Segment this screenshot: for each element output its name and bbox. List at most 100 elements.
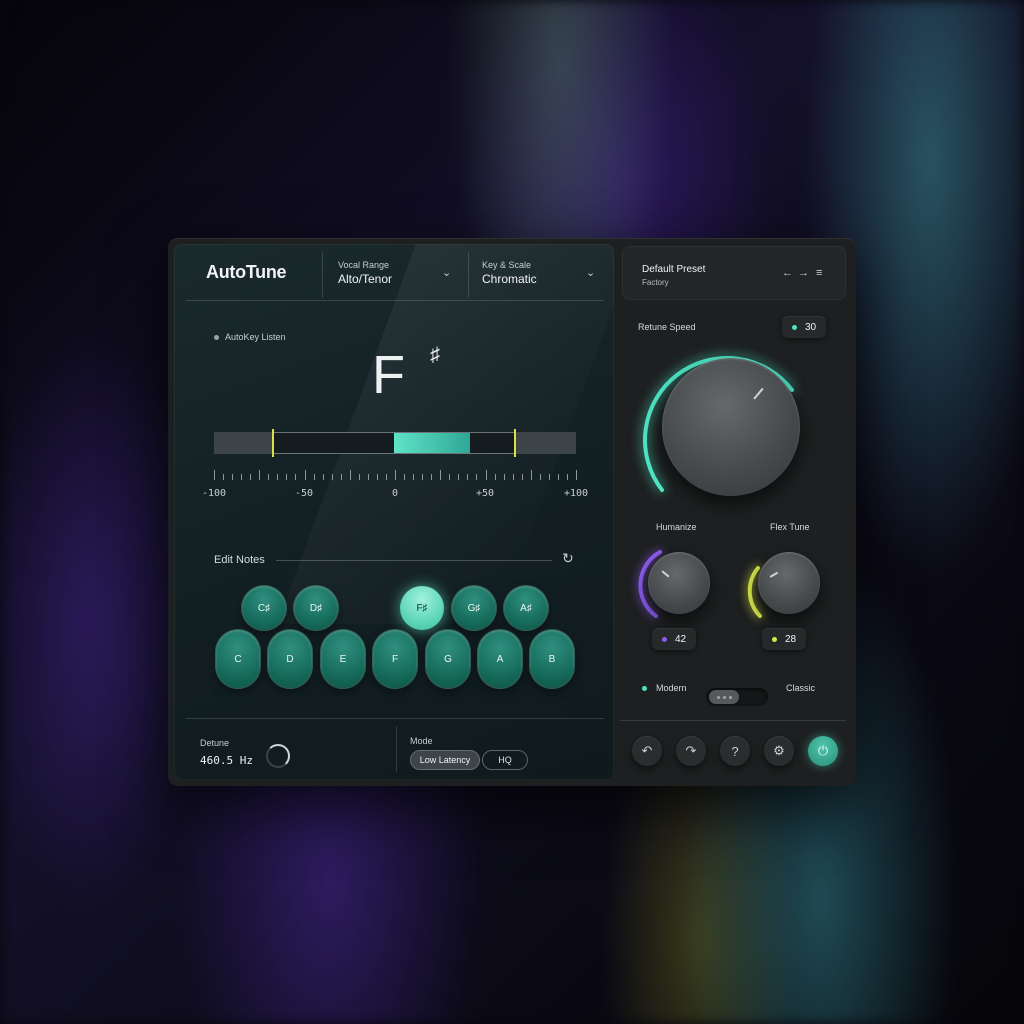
key-e[interactable]: E	[321, 630, 365, 688]
flex-tune-number: 28	[785, 633, 797, 645]
toggle-thumb[interactable]	[709, 690, 739, 704]
mode-hq-button[interactable]: HQ	[482, 750, 528, 770]
footer-divider	[396, 726, 397, 772]
retune-speed-label: Retune Speed	[638, 322, 696, 332]
tick-label: +50	[475, 488, 495, 499]
meter-tick	[431, 474, 433, 480]
key-c-sharp[interactable]: C♯	[242, 586, 286, 630]
tick-label: -50	[294, 488, 314, 499]
retune-speed-value[interactable]: 30	[782, 316, 827, 338]
detune-knob[interactable]	[266, 744, 290, 768]
preset-selector[interactable]: Default Preset Factory ← → ≡	[622, 246, 846, 300]
preset-name: Default Preset	[642, 264, 706, 275]
key-f[interactable]: F	[373, 630, 417, 688]
meter-tick	[557, 474, 559, 480]
modern-classic-toggle[interactable]	[706, 688, 768, 706]
knob-indicator	[753, 387, 764, 400]
meter-tick	[250, 474, 252, 480]
key-a[interactable]: A	[478, 630, 522, 688]
meter-tick	[214, 470, 215, 480]
settings-icon[interactable]: ⚙	[764, 736, 794, 766]
vocal-range-dropdown[interactable]: Vocal Range Alto/Tenor	[338, 260, 392, 286]
tick-label: 0	[391, 488, 399, 499]
meter-tick	[449, 474, 451, 480]
key-b[interactable]: B	[530, 630, 574, 688]
app-logo: AutoTune	[206, 262, 287, 282]
key-a-sharp[interactable]: A♯	[504, 586, 548, 630]
key-scale-label: Key & Scale	[482, 260, 532, 270]
meter-tick	[476, 474, 478, 480]
meter-tick	[566, 474, 568, 480]
mode-low-latency-button[interactable]: Low Latency	[410, 750, 480, 770]
detected-note: F	[372, 345, 405, 405]
key-g-sharp[interactable]: G♯	[452, 586, 496, 630]
flex-tune-knob[interactable]	[758, 552, 820, 614]
knob-indicator	[661, 570, 670, 578]
meter-tick	[241, 474, 243, 480]
meter-marker-right	[514, 429, 516, 457]
undo-icon[interactable]: ↶	[632, 736, 662, 766]
key-scale-value: Chromatic	[482, 272, 537, 286]
status-dot	[792, 324, 797, 330]
meter-tick	[485, 470, 487, 480]
edit-notes-divider	[276, 560, 552, 561]
key-scale-dropdown[interactable]: Key & Scale Chromatic	[482, 260, 537, 286]
autokey-listen[interactable]: AutoKey Listen	[214, 332, 286, 342]
help-icon[interactable]: ?	[720, 736, 750, 766]
redo-icon[interactable]: ↷	[676, 736, 706, 766]
meter-tick	[521, 474, 523, 480]
meter-tick	[576, 470, 577, 480]
meter-tick	[223, 474, 225, 480]
plugin-window: AutoTune Vocal Range Alto/Tenor ⌄ Key & …	[168, 238, 856, 786]
meter-fill	[394, 433, 470, 453]
meter-tick	[503, 474, 505, 480]
meter-tick	[413, 474, 415, 480]
chevron-down-icon[interactable]: ⌄	[586, 266, 595, 279]
key-f-sharp[interactable]: F♯	[400, 586, 444, 630]
main-panel: AutoTune Vocal Range Alto/Tenor ⌄ Key & …	[174, 244, 614, 780]
chevron-down-icon[interactable]: ⌄	[442, 266, 451, 279]
flex-tune-value[interactable]: 28	[762, 628, 807, 650]
vocal-range-label: Vocal Range	[338, 260, 390, 270]
tick-label: +100	[563, 488, 589, 499]
retune-speed-knob[interactable]	[662, 358, 800, 496]
autokey-label: AutoKey Listen	[225, 332, 286, 342]
mode-modern-label: Modern	[656, 683, 687, 693]
meter-tick	[367, 474, 369, 480]
toolbar-separator	[620, 720, 846, 721]
power-icon[interactable]: ⏻	[808, 736, 838, 766]
detune-label: Detune	[200, 738, 230, 748]
meter-tick	[539, 474, 541, 480]
reset-icon[interactable]: ↻	[562, 550, 574, 567]
meter-tick	[494, 474, 496, 480]
meter-tick	[422, 474, 424, 480]
humanize-number: 42	[675, 633, 687, 645]
side-panel: Default Preset Factory ← → ≡ Retune Spee…	[620, 244, 850, 780]
retune-speed-number: 30	[805, 321, 817, 333]
header-separator	[186, 300, 604, 301]
arrow-right-icon[interactable]: →	[798, 267, 809, 279]
meter-tick	[512, 474, 514, 480]
key-d-sharp[interactable]: D♯	[294, 586, 338, 630]
meter-tick	[548, 474, 550, 480]
mode-label: Mode	[410, 736, 433, 746]
meter-tick	[232, 474, 234, 480]
humanize-knob[interactable]	[648, 552, 710, 614]
meter-tick	[322, 474, 324, 480]
preset-bank: Factory	[642, 278, 669, 287]
key-d[interactable]: D	[268, 630, 312, 688]
key-g[interactable]: G	[426, 630, 470, 688]
knob-indicator	[769, 571, 779, 578]
meter-tick	[304, 470, 306, 480]
meter-tick	[340, 474, 342, 480]
arrow-left-icon[interactable]: ←	[782, 267, 793, 279]
status-dot	[642, 686, 647, 691]
meter-tick	[268, 474, 270, 480]
key-c[interactable]: C	[216, 630, 260, 688]
humanize-label: Humanize	[656, 522, 697, 532]
menu-icon[interactable]: ≡	[816, 267, 822, 279]
humanize-value[interactable]: 42	[652, 628, 697, 650]
pitch-meter	[214, 429, 576, 457]
note-accidental: ♯	[430, 344, 440, 366]
meter-tick	[286, 474, 288, 480]
